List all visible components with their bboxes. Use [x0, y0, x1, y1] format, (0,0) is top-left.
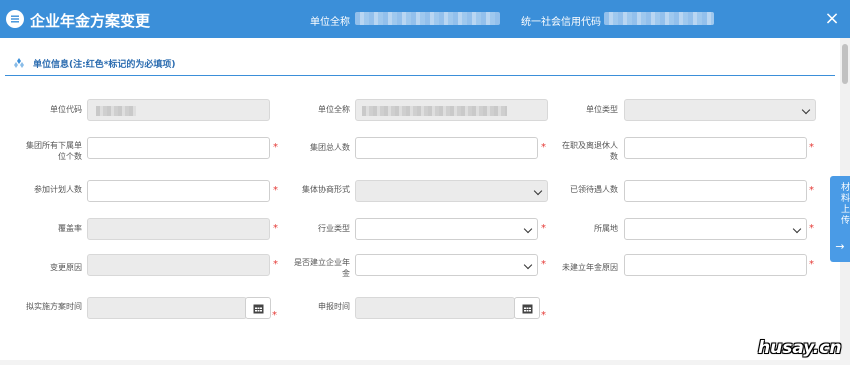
active-retired-input[interactable] [624, 137, 807, 159]
benefit-recipients-input[interactable] [624, 180, 807, 202]
required-mark: * [809, 142, 814, 153]
benefit-recipients-label: 已领待遇人数 [570, 185, 618, 194]
apply-time-calendar-button[interactable] [514, 297, 540, 319]
industry-type-label: 行业类型 [318, 224, 350, 233]
unit-fullname-label: 单位全称 [310, 17, 350, 28]
required-mark: * [541, 259, 546, 270]
established-label: 是否建立企业年金 [294, 258, 350, 278]
required-mark: * [272, 310, 277, 321]
credit-code-value-redacted [604, 12, 714, 25]
location-select[interactable] [624, 218, 807, 240]
dialog: 企业年金方案变更 单位全称 统一社会信用代码 × 单位信息(注:红色*标记的为必… [0, 0, 850, 365]
apply-time-label: 申报时间 [318, 302, 350, 311]
location-label: 所属地 [594, 224, 618, 233]
title-bar: 企业年金方案变更 单位全称 统一社会信用代码 × [0, 0, 850, 38]
required-mark: * [541, 223, 546, 234]
participants-input[interactable] [87, 180, 270, 202]
scrollbar-thumb[interactable] [842, 44, 848, 84]
apply-time-input [355, 297, 515, 319]
watermark: husay.cn [758, 338, 842, 358]
dialog-title: 企业年金方案变更 [30, 12, 151, 30]
unit-fullname-input [355, 99, 548, 121]
plan-time-input [87, 297, 247, 319]
unit-fullname-label-field: 单位全称 [318, 105, 350, 114]
unit-type-select [624, 99, 816, 121]
established-select[interactable] [355, 254, 538, 276]
coverage-label: 覆盖率 [58, 224, 82, 233]
required-mark: * [273, 259, 278, 270]
change-reason-input [87, 254, 270, 276]
section-header: 单位信息(注:红色*标记的为必填项) [5, 52, 835, 76]
credit-code-label: 统一社会信用代码 [521, 17, 601, 28]
close-button[interactable]: × [822, 8, 842, 30]
industry-type-select[interactable] [355, 218, 538, 240]
negotiation-select [355, 180, 548, 202]
required-mark: * [273, 223, 278, 234]
required-mark: * [809, 223, 814, 234]
diamond-icon [14, 58, 24, 68]
not-established-reason-label: 未建立年金原因 [562, 263, 618, 272]
unit-type-label: 单位类型 [586, 105, 618, 114]
required-mark: * [809, 185, 814, 196]
not-established-reason-input[interactable] [624, 254, 807, 276]
required-mark: * [541, 142, 546, 153]
calendar-icon [522, 304, 533, 314]
required-mark: * [273, 185, 278, 196]
unit-code-value-redacted [96, 106, 136, 116]
bottom-strip [0, 360, 850, 365]
group-total-label: 集团总人数 [310, 143, 350, 152]
section-title: 单位信息(注:红色*标记的为必填项) [33, 60, 176, 70]
plan-time-label: 拟实施方案时间 [26, 302, 82, 311]
change-reason-label: 变更原因 [50, 263, 82, 272]
sub-units-input[interactable] [87, 137, 270, 159]
participants-label: 参加计划人数 [34, 185, 82, 194]
unit-fullname-field-redacted [362, 106, 507, 116]
arrow-right-icon: → [835, 240, 845, 253]
unit-code-label: 单位代码 [50, 105, 82, 114]
active-retired-label: 在职及离退休人数 [562, 141, 618, 161]
material-upload-tab[interactable]: 材料上传 → [830, 176, 850, 262]
material-upload-label: 材料上传 [839, 182, 849, 226]
group-total-input[interactable] [355, 137, 538, 159]
required-mark: * [273, 142, 278, 153]
plan-time-calendar-button[interactable] [245, 297, 271, 319]
unit-code-input [87, 99, 270, 121]
sub-units-label: 集团所有下属单位个数 [26, 141, 82, 161]
coverage-input [87, 218, 270, 240]
calendar-icon [253, 304, 264, 314]
required-mark: * [541, 310, 546, 321]
required-mark: * [809, 259, 814, 270]
negotiation-label: 集体协商形式 [302, 185, 350, 194]
list-icon [6, 10, 24, 28]
unit-fullname-value-redacted [355, 12, 500, 25]
